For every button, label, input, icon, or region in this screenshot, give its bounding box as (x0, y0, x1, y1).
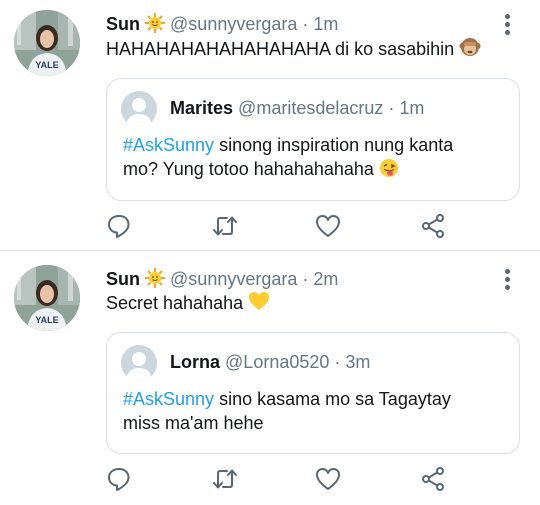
winking-tongue-emoji (379, 158, 399, 184)
separator-dot: · (329, 352, 346, 372)
svg-text:YALE: YALE (35, 315, 58, 325)
hashtag-link[interactable]: #AskSunny (123, 135, 214, 155)
sun-emoji (145, 13, 166, 38)
see-no-evil-monkey-emoji (459, 36, 481, 65)
author-name[interactable]: Sun (106, 14, 140, 34)
tweet[interactable]: YALE Sun @sunnyvergara · 1m HAHAHAHAHAHA… (0, 0, 540, 250)
quoted-text-line: sino kasama mo sa Tagaytay (214, 389, 451, 409)
tweet-header: Sun @sunnyvergara · 1m (106, 13, 338, 38)
more-options-icon[interactable] (496, 267, 520, 291)
tweet-text: HAHAHAHAHAHAHAHAHA di ko sasabihin (106, 36, 481, 65)
reply-icon[interactable] (106, 213, 132, 239)
quoted-author-handle[interactable]: @Lorna0520 (225, 352, 329, 372)
quoted-author-handle[interactable]: @maritesdelacruz (238, 98, 383, 118)
quoted-text-line: sinong inspiration nung kanta (214, 135, 454, 155)
separator-dot: · (383, 98, 400, 118)
like-icon[interactable] (315, 213, 341, 239)
author-handle[interactable]: @sunnyvergara (170, 269, 297, 289)
reply-icon[interactable] (106, 466, 132, 492)
tweet-actions (106, 466, 536, 492)
tweet-text: Secret hahahaha (106, 290, 270, 319)
yellow-heart-emoji (248, 290, 270, 319)
like-icon[interactable] (315, 466, 341, 492)
share-icon[interactable] (420, 466, 446, 492)
quoted-tweet[interactable]: Lorna @Lorna0520 · 3m #AskSunny sino kas… (106, 332, 520, 454)
quoted-tweet[interactable]: Marites @maritesdelacruz · 1m #AskSunny … (106, 78, 520, 201)
quoted-tweet-time[interactable]: 1m (399, 98, 424, 118)
avatar[interactable]: YALE (14, 10, 80, 76)
tweet[interactable]: YALE Sun @sunnyvergara · 2m Secret hahah… (0, 255, 540, 505)
author-handle[interactable]: @sunnyvergara (170, 14, 297, 34)
tweet-time[interactable]: 2m (313, 269, 338, 289)
avatar[interactable]: YALE (14, 265, 80, 331)
quoted-author-name[interactable]: Marites (170, 98, 233, 118)
quoted-author-name[interactable]: Lorna (170, 352, 220, 372)
share-icon[interactable] (420, 213, 446, 239)
retweet-icon[interactable] (212, 466, 238, 492)
quoted-text-line: mo? Yung totoo hahahahahaha (123, 159, 374, 179)
retweet-icon[interactable] (212, 213, 238, 239)
tweet-actions (106, 213, 536, 239)
tweet-divider (0, 250, 540, 251)
tweet-text-content: HAHAHAHAHAHAHAHAHA di ko sasabihin (106, 39, 455, 59)
tweet-text-content: Secret hahahaha (106, 293, 244, 313)
separator-dot: · (297, 14, 314, 34)
quoted-tweet-text: #AskSunny sinong inspiration nung kanta … (123, 133, 453, 184)
default-avatar[interactable] (121, 345, 157, 381)
author-name[interactable]: Sun (106, 269, 140, 289)
svg-text:YALE: YALE (35, 60, 58, 70)
separator-dot: · (297, 269, 314, 289)
quoted-tweet-header: Lorna @Lorna0520 · 3m (170, 352, 370, 373)
more-options-icon[interactable] (496, 12, 520, 36)
quoted-tweet-text: #AskSunny sino kasama mo sa Tagaytay mis… (123, 387, 451, 435)
quoted-tweet-header: Marites @maritesdelacruz · 1m (170, 98, 424, 119)
quoted-text-line: miss ma'am hehe (123, 413, 264, 433)
hashtag-link[interactable]: #AskSunny (123, 389, 214, 409)
tweet-time[interactable]: 1m (313, 14, 338, 34)
default-avatar[interactable] (121, 91, 157, 127)
quoted-tweet-time[interactable]: 3m (345, 352, 370, 372)
